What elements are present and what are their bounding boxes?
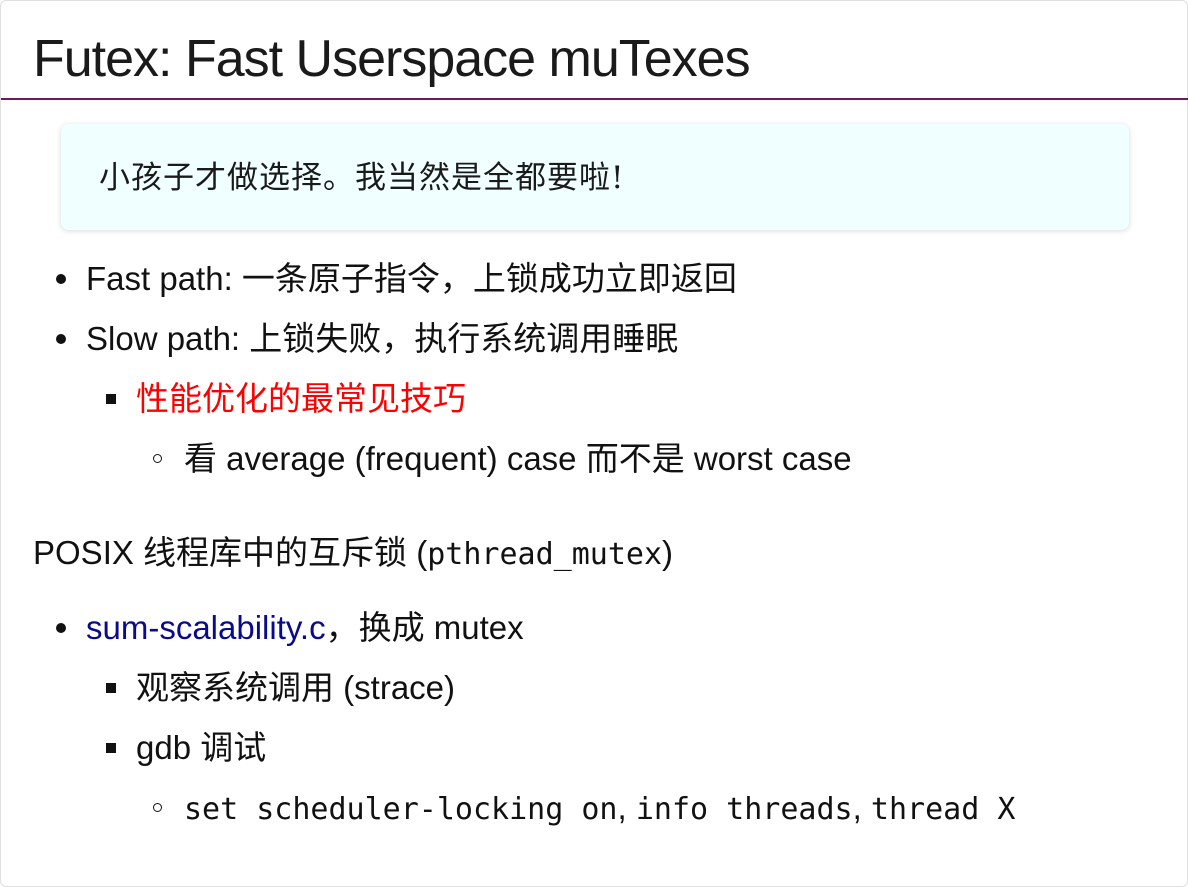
list-item-strace: 观察系统调用 (strace) [136,669,456,706]
sum-scalability-link[interactable]: sum-scalability.c [86,609,326,646]
gdb-cmd-thread-x: thread X [870,792,1016,827]
bullet-circle-icon [153,454,162,463]
slide-title: Futex: Fast Userspace muTexes [33,30,751,88]
slide: Futex: Fast Userspace muTexes 小孩子才做选择。我当… [0,0,1188,887]
posix-paragraph: POSIX 线程库中的互斥锁 (pthread_mutex) [33,531,673,577]
quote-text: 小孩子才做选择。我当然是全都要啦! [99,160,625,196]
posix-text: POSIX 线程库中的互斥锁 ( [33,534,428,571]
list-item-slow-path: Slow path: 上锁失败，执行系统调用睡眠 [86,320,679,357]
pthread-mutex-code: pthread_mutex [427,537,663,572]
bullet-square-icon [106,394,116,404]
mutex-text: ，换成 mutex [325,609,524,646]
bullet-disc-icon [56,623,66,633]
title-divider [1,98,1188,100]
list-item-gdb: gdb 调试 [136,729,267,766]
bullet-square-icon [106,743,116,753]
bullet-disc-icon [56,274,66,284]
separator: , [617,789,636,826]
posix-close-paren: ) [662,534,674,571]
list-item-gdb-commands: set scheduler-locking on, info threads, … [184,786,1015,832]
list-item-tip-detail: 看 average (frequent) case 而不是 worst case [184,440,852,477]
separator: , [852,789,871,826]
quote-box: 小孩子才做选择。我当然是全都要啦! [61,124,1129,230]
gdb-cmd-scheduler-locking: set scheduler-locking on [184,792,618,827]
list-item-optimization-tip: 性能优化的最常见技巧 [136,380,466,417]
bullet-square-icon [106,683,116,693]
bullet-circle-icon [153,803,162,812]
list-item-sum-scalability: sum-scalability.c，换成 mutex [86,606,524,650]
list-item-fast-path: Fast path: 一条原子指令，上锁成功立即返回 [86,260,737,297]
gdb-cmd-info-threads: info threads [635,792,853,827]
bullet-disc-icon [56,334,66,344]
